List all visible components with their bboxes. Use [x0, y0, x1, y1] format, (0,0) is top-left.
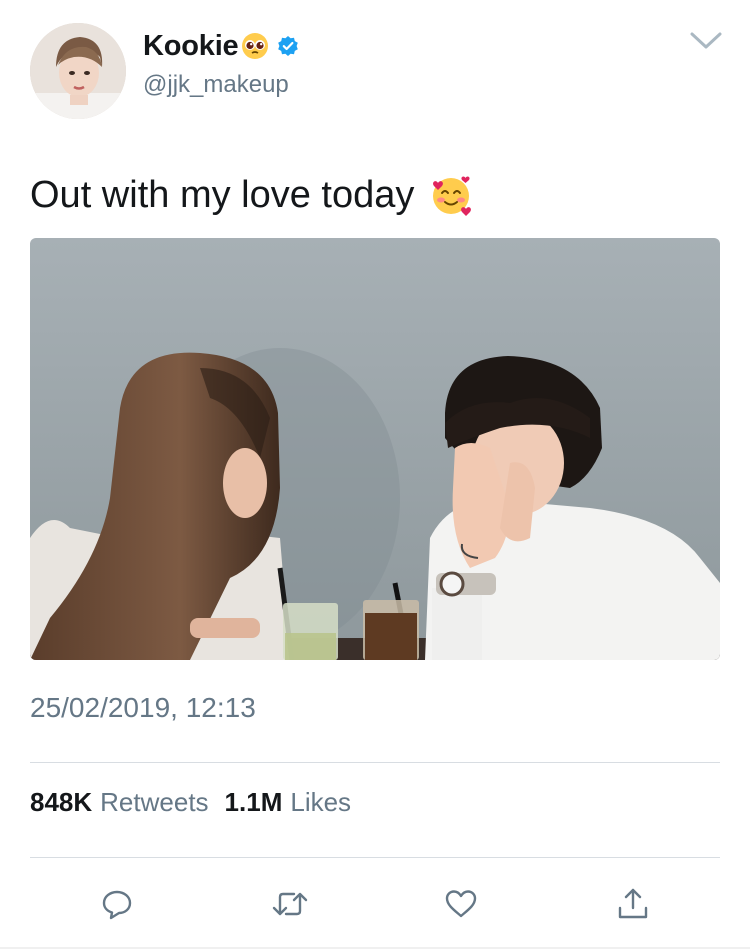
reply-icon[interactable] — [93, 880, 141, 928]
display-name[interactable]: Kookie — [143, 30, 239, 63]
divider — [30, 857, 720, 858]
pleading-face-emoji-icon — [241, 32, 269, 60]
name-row: Kookie — [143, 28, 299, 64]
divider — [30, 762, 720, 763]
tweet-text-content: Out with my love today — [30, 173, 415, 216]
avatar-photo — [30, 23, 126, 119]
share-icon[interactable] — [609, 880, 657, 928]
tweet-text: Out with my love today — [30, 172, 474, 218]
smiling-face-with-hearts-emoji-icon — [428, 172, 474, 218]
likes-count: 1.1M — [224, 787, 283, 817]
tweet-stats: 848K Retweets 1.1M Likes — [30, 787, 367, 818]
retweets-count: 848K — [30, 787, 93, 817]
tweet-photo-image — [30, 238, 720, 660]
retweets-label: Retweets — [100, 787, 209, 817]
likes-label: Likes — [290, 787, 352, 817]
retweet-icon[interactable] — [266, 880, 314, 928]
tweet-photo[interactable] — [30, 238, 720, 660]
action-bar — [0, 880, 750, 928]
likes-stat[interactable]: 1.1M Likes — [225, 787, 352, 818]
chevron-down-icon[interactable] — [688, 28, 724, 52]
retweets-stat[interactable]: 848K Retweets — [30, 787, 209, 818]
like-icon[interactable] — [437, 880, 485, 928]
tweet-timestamp[interactable]: 25/02/2019, 12:13 — [30, 692, 256, 724]
avatar[interactable] — [30, 23, 126, 119]
verified-badge-icon — [277, 35, 299, 57]
user-handle[interactable]: @jjk_makeup — [143, 71, 289, 99]
